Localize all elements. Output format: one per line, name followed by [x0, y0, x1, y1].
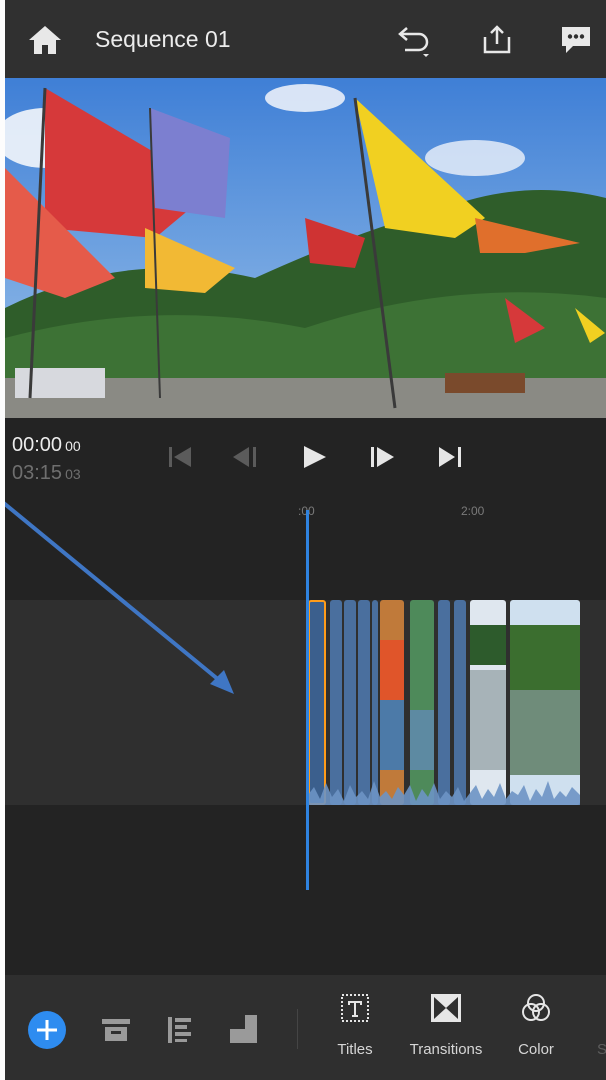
share-icon[interactable]: [480, 24, 514, 56]
partial-label: S: [597, 1041, 606, 1058]
titles-icon: [341, 994, 369, 1022]
add-media-button[interactable]: [28, 1011, 66, 1049]
skip-to-start-icon[interactable]: [165, 442, 195, 472]
titles-button[interactable]: Titles: [310, 993, 400, 1073]
total-frames: 03: [65, 466, 81, 482]
home-icon[interactable]: [27, 24, 63, 56]
bottom-toolbar: Titles Transitions Color S: [5, 975, 606, 1080]
ruler-tick-2min: 2:00: [461, 504, 485, 518]
left-edge-strip: [0, 0, 5, 1080]
undo-icon[interactable]: [393, 24, 433, 58]
playhead[interactable]: [306, 510, 309, 890]
total-time: 03:15: [12, 462, 63, 484]
storage-icon[interactable]: [99, 1013, 133, 1045]
transitions-icon: [431, 994, 461, 1022]
transitions-button[interactable]: Transitions: [401, 993, 491, 1073]
add-media-icon: [37, 1020, 57, 1040]
clip-strip: [308, 600, 580, 805]
partial-toolbar-item[interactable]: S: [561, 993, 606, 1073]
color-icon: [522, 994, 550, 1021]
annotation-arrow: [0, 500, 234, 694]
align-left-icon[interactable]: [163, 1013, 197, 1045]
video-preview[interactable]: [5, 78, 606, 418]
transitions-label: Transitions: [409, 1041, 483, 1058]
titles-label: Titles: [337, 1041, 373, 1058]
current-timecode: 00:00 00: [12, 434, 81, 457]
audio-waveform: [308, 781, 580, 805]
toolbar-divider: [297, 1009, 298, 1049]
sequence-title[interactable]: Sequence 01: [95, 26, 231, 53]
current-frames: 00: [65, 438, 81, 454]
step-back-icon[interactable]: [231, 442, 261, 472]
total-timecode: 03:15 03: [12, 462, 81, 485]
transport-controls: 00:00 00 03:15 03: [5, 418, 606, 508]
play-icon[interactable]: [299, 442, 329, 472]
header-bar: Sequence 01: [5, 0, 606, 78]
skip-to-end-icon[interactable]: [435, 442, 465, 472]
feedback-chat-icon[interactable]: [559, 24, 593, 56]
current-time: 00:00: [12, 434, 63, 456]
step-forward-icon[interactable]: [367, 442, 397, 472]
preview-frame-image: [5, 78, 606, 418]
aspect-icon[interactable]: [227, 1013, 261, 1045]
